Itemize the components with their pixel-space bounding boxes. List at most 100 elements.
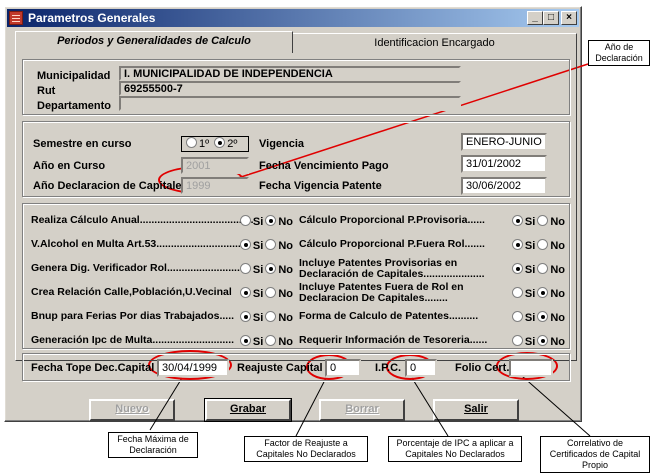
si-no-radio-group: Si No bbox=[238, 263, 293, 276]
tab-periodos[interactable]: Periodos y Generalidades de Calculo bbox=[15, 31, 293, 53]
callout-line-fecha bbox=[149, 377, 183, 431]
si-no-radio-group: Si No bbox=[238, 311, 293, 324]
no-label: No bbox=[550, 240, 565, 252]
callout-line-folio bbox=[521, 375, 591, 437]
si-label: Si bbox=[252, 240, 264, 252]
callout-fecha-maxima: Fecha Máxima de Declaración bbox=[108, 432, 198, 458]
no-radio[interactable] bbox=[265, 263, 277, 274]
callout-porcentaje-ipc: Porcentaje de IPC a aplicar a Capitales … bbox=[388, 436, 522, 462]
no-radio[interactable] bbox=[537, 263, 549, 274]
option-label: Cálculo Proporcional P.Fuera Rol....... bbox=[299, 238, 485, 250]
options-group: Realiza Cálculo Anual...................… bbox=[22, 203, 570, 349]
si-radio[interactable] bbox=[511, 263, 523, 274]
option-row-left-1: V.Alcohol en Multa Art.53...............… bbox=[31, 234, 297, 258]
periodo-group: Semestre en curso 1º 2º Año en Curso 200… bbox=[22, 121, 570, 197]
si-radio[interactable] bbox=[239, 263, 251, 274]
tab-identificacion[interactable]: Identificacion Encargado bbox=[292, 33, 577, 53]
si-label: Si bbox=[524, 240, 536, 252]
municipalidad-label: Municipalidad bbox=[37, 70, 111, 82]
option-label-line2: Declaración de Capitales................… bbox=[299, 268, 485, 280]
si-no-radio-group: Si No bbox=[510, 311, 565, 324]
si-radio[interactable] bbox=[239, 215, 251, 226]
semestre-1-radio[interactable] bbox=[186, 137, 197, 148]
si-radio[interactable] bbox=[511, 335, 523, 346]
folio-field[interactable] bbox=[509, 359, 553, 377]
semestre-2-radio[interactable] bbox=[214, 137, 226, 148]
no-label: No bbox=[550, 288, 565, 300]
si-no-radio-group: Si No bbox=[510, 287, 565, 300]
si-label: Si bbox=[524, 312, 536, 324]
no-radio[interactable] bbox=[265, 311, 277, 322]
ipc-field[interactable]: 0 bbox=[405, 359, 437, 377]
fecha-vigencia-label: Fecha Vigencia Patente bbox=[259, 180, 382, 192]
no-radio[interactable] bbox=[265, 215, 277, 226]
anio-declaracion-field: 1999 bbox=[181, 177, 249, 194]
si-label: Si bbox=[252, 216, 264, 228]
semestre-label: Semestre en curso bbox=[33, 138, 132, 150]
fecha-vencimiento-field[interactable]: 31/01/2002 bbox=[461, 155, 547, 173]
callout-line-ipc bbox=[411, 377, 449, 437]
vigencia-field[interactable]: ENERO-JUNIO bbox=[461, 133, 547, 151]
option-row-left-3: Crea Relación Calle,Población,U.Vecinal S… bbox=[31, 282, 297, 306]
left-options: Realiza Cálculo Anual...................… bbox=[31, 204, 297, 350]
no-label: No bbox=[550, 312, 565, 324]
si-label: Si bbox=[524, 216, 536, 228]
si-radio[interactable] bbox=[239, 287, 251, 298]
bottom-group: Fecha Tope Dec.Capital 30/04/1999 Reajus… bbox=[22, 353, 570, 381]
fecha-tope-label: Fecha Tope Dec.Capital bbox=[31, 362, 155, 374]
folio-label: Folio Cert. bbox=[455, 362, 510, 374]
fecha-vencimiento-label: Fecha Vencimiento Pago bbox=[259, 160, 389, 172]
si-label: Si bbox=[252, 312, 264, 324]
si-label: Si bbox=[252, 288, 264, 300]
si-radio[interactable] bbox=[511, 215, 523, 226]
no-radio[interactable] bbox=[537, 239, 549, 250]
option-row-right-1: Cálculo Proporcional P.Fuera Rol....... S… bbox=[299, 234, 569, 258]
option-row-left-5: Generación Ipc de Multa.................… bbox=[31, 330, 297, 354]
semestre-2-label: 2º bbox=[227, 138, 238, 150]
anio-declaracion-label: Año Declaracion de Capitales bbox=[33, 180, 188, 192]
option-row-right-2: Incluye Patentes Provisorias en Declaraci… bbox=[299, 258, 569, 282]
semestre-radio-group: 1º 2º bbox=[181, 136, 249, 152]
no-radio[interactable] bbox=[265, 287, 277, 298]
no-radio[interactable] bbox=[537, 287, 549, 298]
no-radio[interactable] bbox=[537, 335, 549, 346]
right-options: Cálculo Proporcional P.Provisoria...... S… bbox=[299, 204, 569, 350]
si-radio[interactable] bbox=[511, 287, 523, 298]
si-radio[interactable] bbox=[511, 311, 523, 322]
municipalidad-field: I. MUNICIPALIDAD DE INDEPENDENCIA bbox=[119, 66, 461, 81]
no-label: No bbox=[278, 312, 293, 324]
option-row-left-4: Bnup para Ferias Por dias Trabajados....… bbox=[31, 306, 297, 330]
si-label: Si bbox=[524, 336, 536, 348]
reajuste-label: Reajuste Capital bbox=[237, 362, 323, 374]
option-label: V.Alcohol en Multa Art.53...............… bbox=[31, 238, 241, 250]
fecha-tope-field[interactable]: 30/04/1999 bbox=[157, 359, 229, 377]
si-no-radio-group: Si No bbox=[510, 239, 565, 252]
no-label: No bbox=[278, 264, 293, 276]
si-radio[interactable] bbox=[511, 239, 523, 250]
si-radio[interactable] bbox=[239, 239, 251, 250]
no-label: No bbox=[278, 240, 293, 252]
no-radio[interactable] bbox=[265, 239, 277, 250]
ipc-label: I.P.C. bbox=[375, 362, 402, 374]
si-no-radio-group: Si No bbox=[510, 335, 565, 348]
reajuste-field[interactable]: 0 bbox=[325, 359, 361, 377]
parametros-window: Parametros Generales _ □ × Periodos y Ge… bbox=[4, 6, 582, 422]
option-label: Realiza Cálculo Anual...................… bbox=[31, 214, 254, 226]
si-label: Si bbox=[524, 288, 536, 300]
option-label: Crea Relación Calle,Población,U.Vecinal bbox=[31, 286, 232, 298]
option-row-right-3: Incluye Patentes Fuera de Rol en Declarac… bbox=[299, 282, 569, 306]
no-label: No bbox=[278, 288, 293, 300]
option-label: Genera Dig. Verificador Rol.............… bbox=[31, 262, 240, 274]
si-radio[interactable] bbox=[239, 311, 251, 322]
option-row-left-2: Genera Dig. Verificador Rol.............… bbox=[31, 258, 297, 282]
si-no-radio-group: Si No bbox=[238, 215, 293, 228]
no-radio[interactable] bbox=[537, 215, 549, 226]
callout-anio-declaracion: Año de Declaración bbox=[588, 40, 650, 66]
fecha-vigencia-field[interactable]: 30/06/2002 bbox=[461, 177, 547, 195]
si-radio[interactable] bbox=[239, 335, 251, 346]
no-radio[interactable] bbox=[265, 335, 277, 346]
si-label: Si bbox=[524, 264, 536, 276]
si-no-radio-group: Si No bbox=[510, 263, 565, 276]
no-radio[interactable] bbox=[537, 311, 549, 322]
callout-line-reajuste bbox=[295, 377, 327, 437]
